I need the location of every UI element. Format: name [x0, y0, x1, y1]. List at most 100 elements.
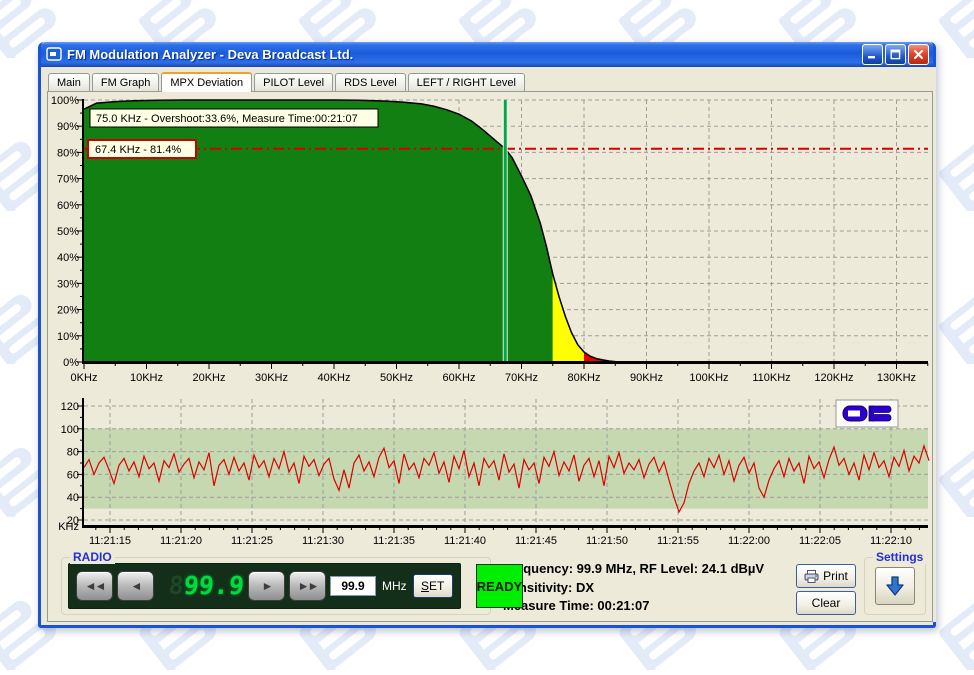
mpx-deviation-chart: 0%10%20%30%40%50%60%70%80%90%100%0KHz10K… [48, 95, 930, 391]
svg-text:100KHz: 100KHz [689, 372, 728, 384]
svg-text:110KHz: 110KHz [752, 372, 790, 384]
radio-group: RADIO ◄◄ ◄ 899.9 ► ►► MHz SET READY [61, 557, 491, 615]
svg-text:70%: 70% [57, 174, 79, 186]
tab-pilot-level[interactable]: PILOT Level [254, 73, 333, 91]
svg-text:11:21:50: 11:21:50 [586, 535, 628, 547]
deva-logo [836, 400, 898, 427]
svg-text:11:21:35: 11:21:35 [373, 535, 415, 547]
safe-band [84, 429, 928, 509]
sensitivity-line: Sensitivity: DX [503, 579, 796, 598]
mpx-deviation-page: 0%10%20%30%40%50%60%70%80%90%100%0KHz10K… [47, 91, 933, 622]
step-down-button[interactable]: ◄ [117, 571, 154, 601]
app-icon [46, 47, 62, 62]
svg-text:67.4 KHz - 81.4%: 67.4 KHz - 81.4% [95, 144, 181, 156]
tab-left-right-level[interactable]: LEFT / RIGHT Level [408, 73, 525, 91]
watermark-logo [935, 292, 974, 369]
svg-text:11:22:10: 11:22:10 [870, 535, 912, 547]
control-bar: RADIO ◄◄ ◄ 899.9 ► ►► MHz SET READY Freq… [61, 557, 926, 615]
maximize-icon [890, 49, 901, 60]
rewind-icon: ◄◄ [85, 579, 105, 593]
frequency-input[interactable] [330, 576, 376, 596]
minimize-button[interactable] [862, 44, 883, 65]
close-icon [913, 49, 924, 60]
svg-text:50%: 50% [57, 226, 79, 238]
clear-button[interactable]: Clear [796, 591, 856, 615]
svg-text:11:21:15: 11:21:15 [89, 535, 131, 547]
svg-text:11:21:30: 11:21:30 [302, 535, 344, 547]
rewind-button[interactable]: ◄◄ [76, 571, 113, 601]
window-title: FM Modulation Analyzer - Deva Broadcast … [67, 47, 860, 62]
svg-text:80KHz: 80KHz [567, 372, 600, 384]
settings-group: Settings [864, 557, 926, 615]
close-button[interactable] [908, 44, 929, 65]
svg-text:75.0 KHz - Overshoot:33.6%, Me: 75.0 KHz - Overshoot:33.6%, Measure Time… [96, 113, 358, 125]
svg-text:120: 120 [61, 401, 79, 413]
khz-axis-unit: KHz [58, 521, 79, 533]
step-up-button[interactable]: ► [248, 571, 285, 601]
deviation-area-yellow [553, 274, 584, 362]
svg-text:120KHz: 120KHz [814, 372, 853, 384]
fast-forward-button[interactable]: ►► [289, 571, 326, 601]
svg-text:11:22:00: 11:22:00 [728, 535, 770, 547]
svg-text:10KHz: 10KHz [130, 372, 163, 384]
step-up-icon: ► [262, 579, 272, 593]
tuner-panel: ◄◄ ◄ 899.9 ► ►► MHz SET [68, 563, 461, 609]
set-button[interactable]: SET [413, 574, 453, 598]
svg-text:11:22:05: 11:22:05 [799, 535, 841, 547]
svg-text:10%: 10% [57, 331, 79, 343]
svg-text:30%: 30% [57, 278, 79, 290]
svg-text:80%: 80% [57, 147, 79, 159]
fast-forward-icon: ►► [298, 579, 318, 593]
svg-text:40KHz: 40KHz [317, 372, 350, 384]
minimize-icon [867, 49, 878, 60]
svg-text:11:21:45: 11:21:45 [515, 535, 557, 547]
svg-text:100%: 100% [51, 95, 79, 107]
tab-strip: MainFM GraphMPX DeviationPILOT LevelRDS … [47, 70, 933, 91]
clear-button-label: Clear [812, 596, 841, 610]
set-button-label: S [421, 579, 429, 593]
maximize-button[interactable] [885, 44, 906, 65]
svg-text:130KHz: 130KHz [877, 372, 916, 384]
svg-text:0KHz: 0KHz [71, 372, 98, 384]
frequency-display: 899.9 [157, 572, 245, 600]
radio-group-label: RADIO [70, 550, 115, 564]
watermark-logo [935, 445, 974, 522]
status-badge: READY [476, 564, 524, 608]
frequency-rf-line: Frequency: 99.9 MHz, RF Level: 24.1 dBµV [503, 560, 796, 579]
overshoot-annotation: 75.0 KHz - Overshoot:33.6%, Measure Time… [90, 109, 378, 127]
svg-text:60KHz: 60KHz [442, 372, 475, 384]
svg-text:0%: 0% [63, 357, 79, 369]
tab-fm-graph[interactable]: FM Graph [92, 73, 160, 91]
svg-text:11:21:55: 11:21:55 [657, 535, 699, 547]
settings-button[interactable] [875, 567, 915, 605]
watermark-logo [935, 139, 974, 216]
arrow-down-icon [884, 575, 906, 597]
svg-text:11:21:40: 11:21:40 [444, 535, 486, 547]
tab-mpx-deviation[interactable]: MPX Deviation [161, 72, 252, 92]
deviation-history-chart: 20406080100120KHz11:21:1511:21:2011:21:2… [48, 395, 930, 551]
mhz-unit-label: MHz [382, 579, 407, 593]
svg-text:100: 100 [61, 424, 79, 436]
svg-text:40: 40 [67, 492, 79, 504]
svg-text:30KHz: 30KHz [255, 372, 288, 384]
svg-text:60%: 60% [57, 200, 79, 212]
watermark-logo [935, 598, 974, 675]
step-down-icon: ◄ [131, 579, 141, 593]
cursor-annotation: 67.4 KHz - 81.4% [88, 140, 196, 158]
tab-main[interactable]: Main [48, 73, 90, 91]
measurement-status: Frequency: 99.9 MHz, RF Level: 24.1 dBµV… [503, 557, 796, 615]
svg-text:40%: 40% [57, 252, 79, 264]
action-buttons: Print Clear [796, 564, 856, 615]
tab-rds-level[interactable]: RDS Level [335, 73, 406, 91]
print-button[interactable]: Print [796, 564, 856, 588]
frequency-digits: 99.9 [183, 571, 246, 600]
svg-text:90KHz: 90KHz [630, 372, 663, 384]
app-window: FM Modulation Analyzer - Deva Broadcast … [38, 42, 936, 628]
print-button-label: Print [823, 569, 848, 583]
svg-text:11:21:20: 11:21:20 [160, 535, 202, 547]
svg-text:50KHz: 50KHz [380, 372, 413, 384]
svg-text:70KHz: 70KHz [505, 372, 538, 384]
svg-text:80: 80 [67, 447, 79, 459]
svg-text:90%: 90% [57, 121, 79, 133]
title-bar[interactable]: FM Modulation Analyzer - Deva Broadcast … [41, 42, 933, 67]
